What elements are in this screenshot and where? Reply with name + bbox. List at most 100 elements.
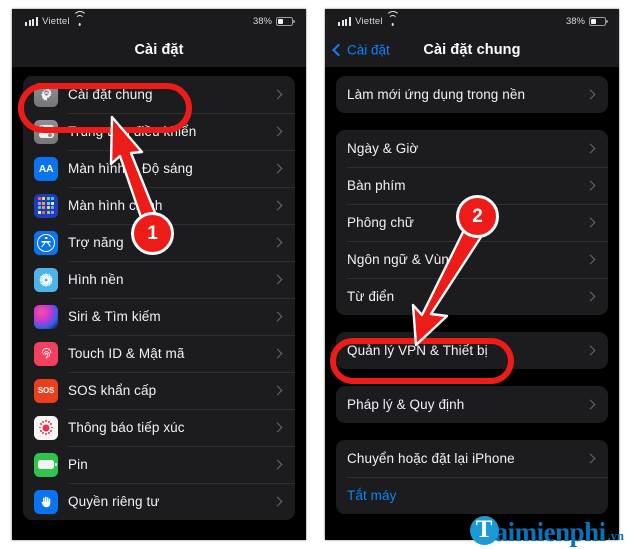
settings-row[interactable]: Ngôn ngữ & Vùng — [336, 241, 608, 278]
chevron-right-icon — [272, 422, 283, 433]
settings-row-label: Touch ID & Mật mã — [68, 346, 185, 361]
watermark-name: aimienphi — [494, 517, 607, 548]
chevron-right-icon — [272, 496, 283, 507]
control-center-icon — [34, 119, 58, 144]
chevron-right-icon — [272, 89, 283, 100]
settings-row[interactable]: Pháp lý & Quy định — [336, 386, 608, 423]
settings-row[interactable]: Touch ID & Mật mã — [23, 335, 295, 372]
settings-row-label: Quản lý VPN & Thiết bị — [347, 343, 488, 358]
settings-row[interactable]: Chuyển hoặc đặt lại iPhone — [336, 440, 608, 477]
chevron-right-icon — [585, 89, 596, 100]
carrier-label: Viettel — [355, 15, 383, 27]
wifi-icon — [385, 10, 400, 26]
settings-row-label: Pháp lý & Quy định — [347, 397, 465, 412]
settings-row[interactable]: Quản lý VPN & Thiết bị — [336, 332, 608, 369]
status-bar-left: Viettel 38% — [12, 9, 306, 33]
display-brightness-icon: AA — [34, 156, 58, 181]
battery-percent-label: 38% — [252, 15, 272, 27]
chevron-right-icon — [585, 217, 596, 228]
accessibility-icon — [34, 230, 58, 255]
settings-row-label: Hình nền — [68, 272, 124, 287]
back-button[interactable]: Cài đặt — [332, 42, 390, 58]
settings-row-label: Quyền riêng tư — [68, 494, 160, 509]
settings-row[interactable]: Thông báo tiếp xúc — [23, 409, 295, 446]
settings-row-label: Tắt máy — [347, 488, 397, 503]
wallpaper-icon — [34, 267, 58, 292]
watermark-tld: .vn — [607, 529, 624, 543]
chevron-left-icon — [332, 43, 345, 57]
chevron-right-icon — [272, 163, 283, 174]
settings-row-label: Màn hình & Độ sáng — [68, 161, 193, 176]
chevron-right-icon — [585, 453, 596, 464]
settings-group: Làm mới ứng dụng trong nền — [336, 76, 608, 113]
sos-icon: SOS — [34, 378, 58, 403]
page-title: Cài đặt — [134, 42, 184, 58]
settings-row-label: Siri & Tìm kiếm — [68, 309, 161, 324]
settings-row-label: Cài đặt chung — [68, 87, 153, 102]
back-button-label: Cài đặt — [347, 42, 390, 58]
gear-icon — [34, 82, 58, 107]
settings-row[interactable]: Pin — [23, 446, 295, 483]
phone-screen-general-settings: Viettel 38% Cài đặt Cài đặt chung Làm mớ… — [325, 9, 619, 540]
battery-percent-label: 38% — [565, 15, 585, 27]
chevron-right-icon — [272, 200, 283, 211]
chevron-right-icon — [272, 311, 283, 322]
battery-icon — [589, 16, 608, 26]
privacy-hand-icon — [34, 489, 58, 514]
phone-screen-settings: Viettel 38% Cài đặt Cài đặt chung Trung t… — [12, 9, 306, 540]
settings-group: Cài đặt chung Trung tâm điều khiển AA Màn h… — [23, 76, 295, 520]
cellular-bars-icon — [338, 16, 352, 26]
settings-row[interactable]: Trung tâm điều khiển — [23, 113, 295, 150]
chevron-right-icon — [585, 399, 596, 410]
screenshot-stage: Viettel 38% Cài đặt Cài đặt chung Trung t… — [0, 0, 630, 549]
home-screen-icon — [34, 193, 58, 218]
settings-row[interactable]: Cài đặt chung — [23, 76, 295, 113]
chevron-right-icon — [585, 345, 596, 356]
step-badge-2: 2 — [456, 195, 499, 238]
watermark-logo-icon: T — [469, 516, 499, 545]
battery-settings-icon — [34, 452, 58, 477]
status-bar-right: Viettel 38% — [325, 9, 619, 33]
watermark: T aimienphi .vn — [469, 516, 624, 548]
exposure-notification-icon — [34, 415, 58, 440]
chevron-right-icon — [272, 126, 283, 137]
chevron-right-icon — [585, 143, 596, 154]
chevron-right-icon — [585, 180, 596, 191]
wifi-icon — [72, 10, 87, 26]
status-bar-right-group: 38% — [565, 15, 608, 27]
chevron-right-icon — [272, 459, 283, 470]
settings-row[interactable]: Từ điển — [336, 278, 608, 315]
settings-row-label: Pin — [68, 457, 88, 472]
settings-row-label: Trung tâm điều khiển — [68, 124, 197, 139]
status-bar-left-group: Viettel — [338, 10, 400, 27]
settings-row[interactable]: SOS SOS khẩn cấp — [23, 372, 295, 409]
settings-row[interactable]: Hình nền — [23, 261, 295, 298]
settings-row-label: Thông báo tiếp xúc — [68, 420, 185, 435]
settings-row[interactable]: AA Màn hình & Độ sáng — [23, 150, 295, 187]
settings-row[interactable]: Quyền riêng tư — [23, 483, 295, 520]
settings-row-label: Từ điển — [347, 289, 395, 304]
status-bar-left-group: Viettel — [25, 10, 87, 27]
settings-row-label: Làm mới ứng dụng trong nền — [347, 87, 526, 102]
chevron-right-icon — [272, 274, 283, 285]
navbar-left: Cài đặt — [12, 33, 306, 67]
settings-list-right[interactable]: Làm mới ứng dụng trong nền Ngày & Giờ Bàn … — [325, 67, 619, 540]
status-bar-right-group: 38% — [252, 15, 295, 27]
settings-row[interactable]: Ngày & Giờ — [336, 130, 608, 167]
settings-row[interactable]: Tắt máy — [336, 477, 608, 514]
settings-group: Pháp lý & Quy định — [336, 386, 608, 423]
chevron-right-icon — [585, 291, 596, 302]
settings-list-left[interactable]: Cài đặt chung Trung tâm điều khiển AA Màn h… — [12, 67, 306, 540]
settings-row[interactable]: Siri & Tìm kiếm — [23, 298, 295, 335]
cellular-bars-icon — [25, 16, 39, 26]
settings-row-label: Ngày & Giờ — [347, 141, 419, 156]
watermark-logo-letter: T — [475, 516, 493, 543]
chevron-right-icon — [272, 348, 283, 359]
settings-row-label: Ngôn ngữ & Vùng — [347, 252, 457, 267]
chevron-right-icon — [272, 385, 283, 396]
settings-group: Chuyển hoặc đặt lại iPhone Tắt máy — [336, 440, 608, 514]
settings-row[interactable]: Làm mới ứng dụng trong nền — [336, 76, 608, 113]
step-badge-1: 1 — [131, 212, 174, 255]
touch-id-icon — [34, 341, 58, 366]
settings-row-label: SOS khẩn cấp — [68, 383, 157, 398]
